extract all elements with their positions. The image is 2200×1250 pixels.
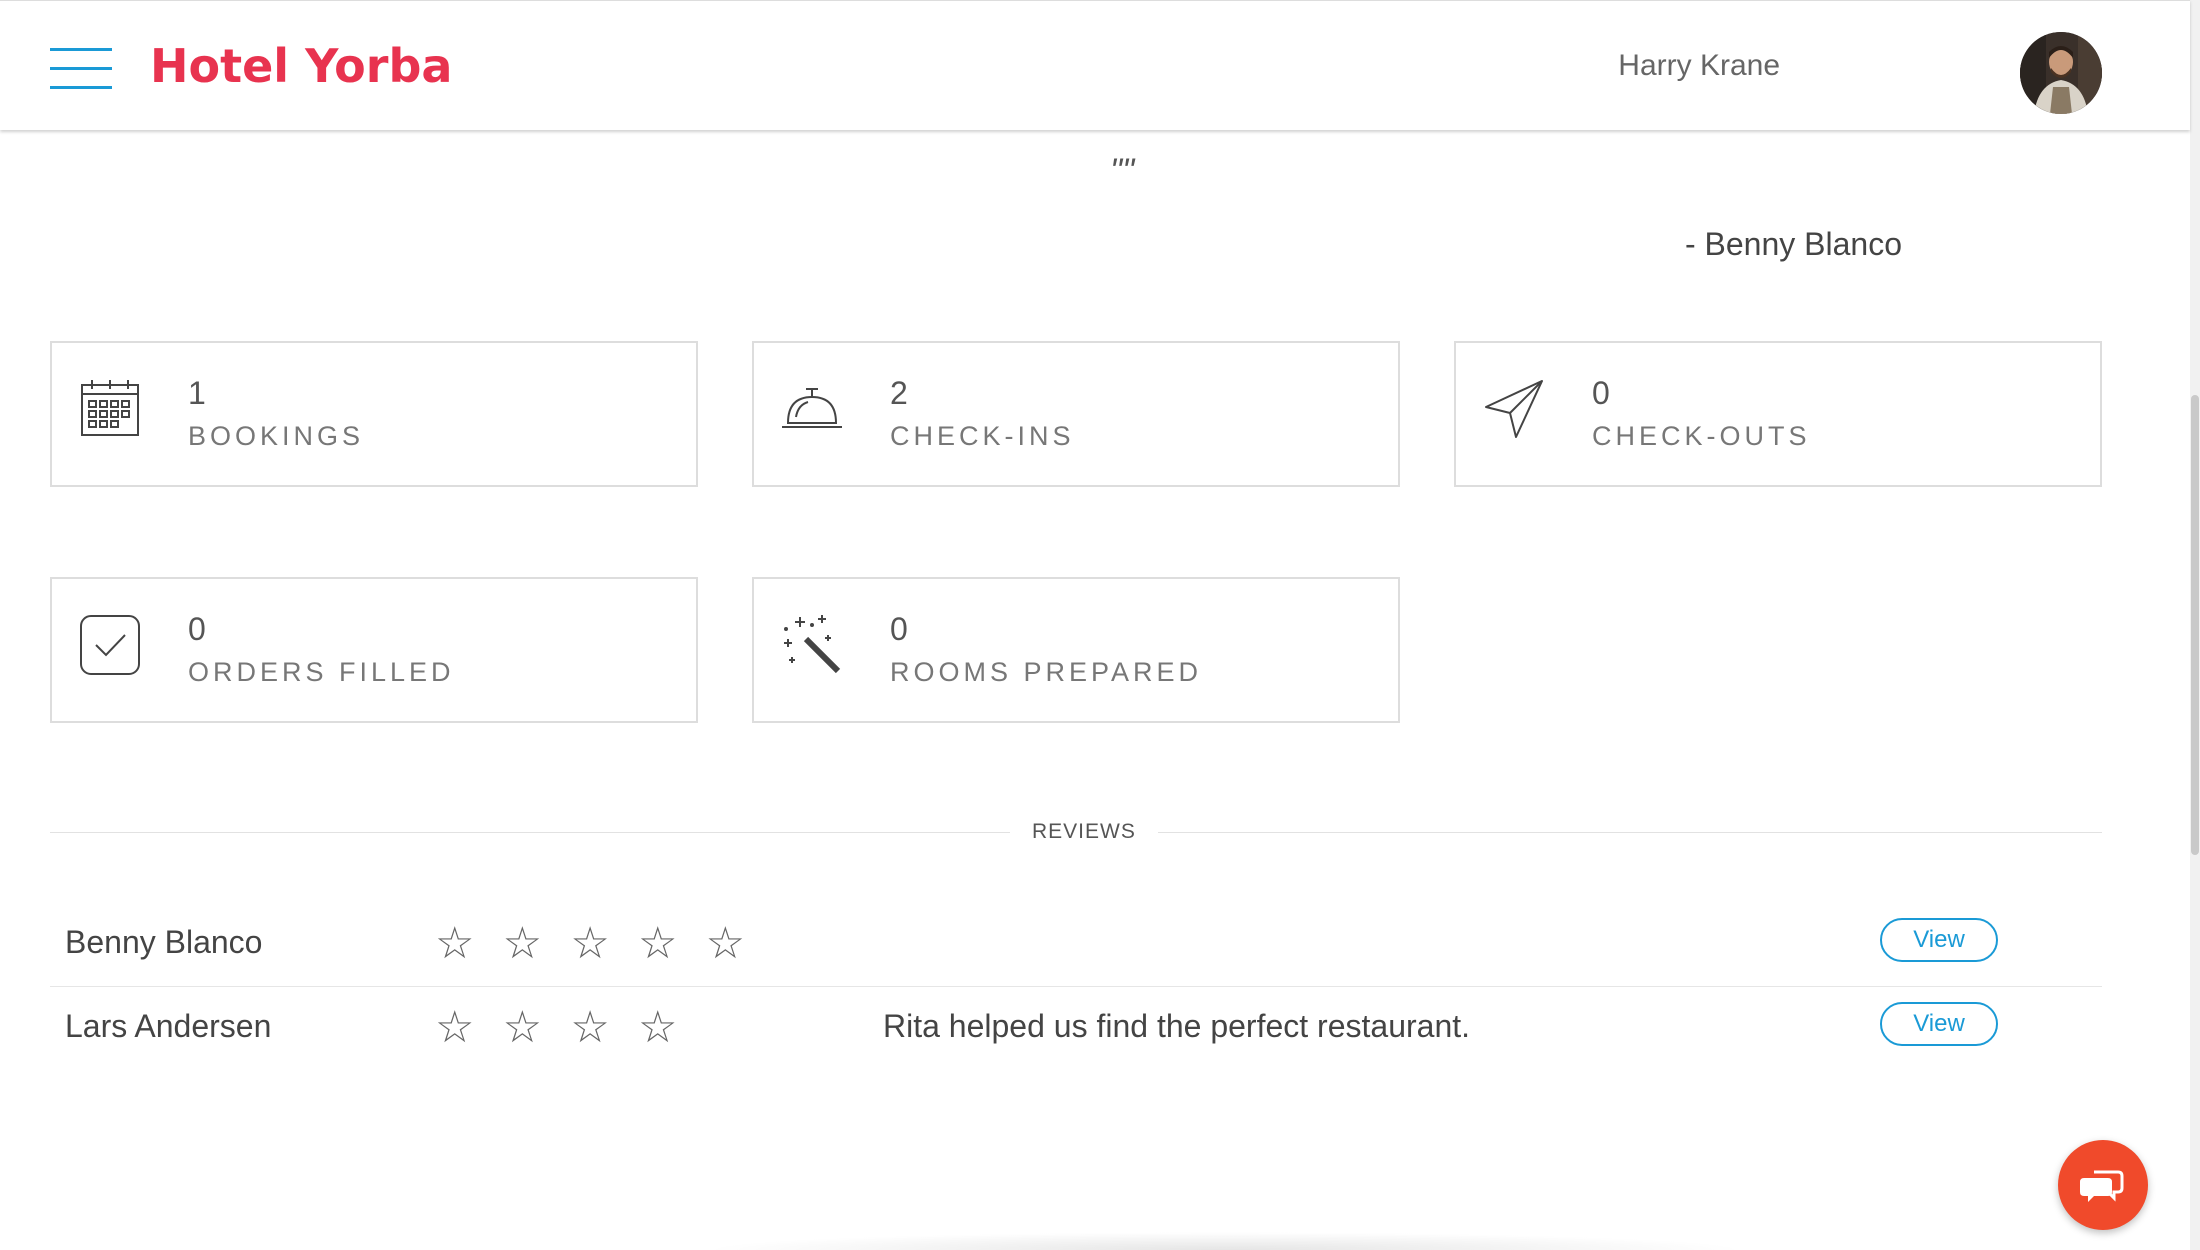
star-rating: ☆ ☆ ☆ ☆ ☆ <box>435 919 754 968</box>
user-name[interactable]: Harry Krane <box>1618 49 1780 83</box>
bottom-shadow <box>700 1232 1750 1250</box>
review-row: Lars Andersen ☆ ☆ ☆ ☆ Rita helped us fin… <box>50 988 2102 1072</box>
calendar-icon <box>78 377 142 441</box>
scrollbar-thumb[interactable] <box>2191 395 2199 855</box>
reviewer-name: Benny Blanco <box>65 924 263 960</box>
service-bell-icon <box>780 377 844 441</box>
quote-author: - Benny Blanco <box>1684 226 1902 262</box>
check-outs-label: CHECK-OUTS <box>1592 421 1811 451</box>
check-outs-count: 0 <box>1592 375 1610 411</box>
check-ins-label: CHECK-INS <box>890 421 1075 451</box>
reviews-heading: REVIEWS <box>1010 820 1158 844</box>
view-review-button[interactable]: View <box>1880 1002 1998 1046</box>
stat-card-check-ins[interactable]: 2 CHECK-INS <box>752 341 1400 487</box>
star-rating: ☆ ☆ ☆ ☆ <box>435 1003 686 1052</box>
row-divider <box>50 986 2102 987</box>
chat-bubbles-icon <box>2080 1170 2124 1202</box>
orders-filled-count: 0 <box>188 611 206 647</box>
review-comment: Rita helped us find the perfect restaura… <box>883 1008 1471 1044</box>
view-review-button[interactable]: View <box>1880 918 1998 962</box>
stat-card-check-outs[interactable]: 0 CHECK-OUTS <box>1454 341 2102 487</box>
rooms-prepared-label: ROOMS PREPARED <box>890 657 1203 687</box>
stat-card-orders-filled[interactable]: 0 ORDERS FILLED <box>50 577 698 723</box>
page-scrollbar[interactable] <box>2190 0 2200 1250</box>
brand-logo[interactable]: Hotel Yorba <box>150 39 452 93</box>
rooms-prepared-count: 0 <box>890 611 908 647</box>
review-row: Benny Blanco ☆ ☆ ☆ ☆ ☆ View <box>50 904 2102 988</box>
bookings-count: 1 <box>188 375 206 411</box>
magic-wand-icon <box>780 613 844 677</box>
checkmark-box-icon <box>78 613 142 677</box>
stat-card-rooms-prepared[interactable]: 0 ROOMS PREPARED <box>752 577 1400 723</box>
check-ins-count: 2 <box>890 375 908 411</box>
user-avatar[interactable] <box>2020 32 2102 114</box>
stat-card-bookings[interactable]: 1 BOOKINGS <box>50 341 698 487</box>
bookings-label: BOOKINGS <box>188 421 365 451</box>
paper-plane-icon <box>1482 377 1546 441</box>
chat-button[interactable] <box>2058 1140 2148 1230</box>
hamburger-menu-icon[interactable] <box>50 48 112 92</box>
orders-filled-label: ORDERS FILLED <box>188 657 455 687</box>
quote-text: "" <box>1110 152 1135 190</box>
reviewer-name: Lars Andersen <box>65 1008 272 1044</box>
top-navigation-bar: Hotel Yorba Harry Krane <box>0 0 2190 130</box>
